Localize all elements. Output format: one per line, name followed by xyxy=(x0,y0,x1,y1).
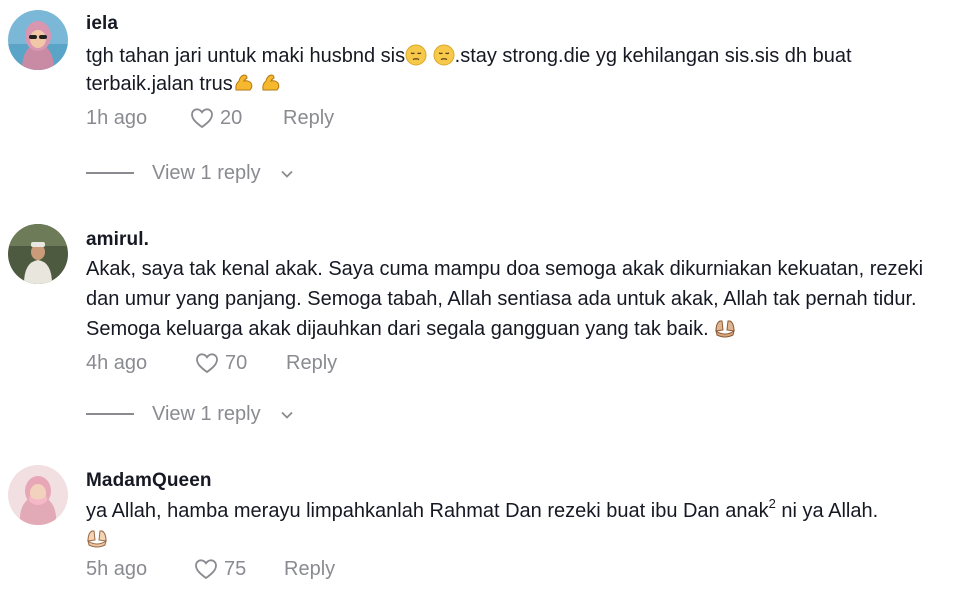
comment-meta: 4h ago 70 Reply xyxy=(86,349,958,377)
comment-text-part: ya Allah, hamba merayu limpahkanlah Rahm… xyxy=(86,500,769,522)
flexed-biceps-emoji xyxy=(233,72,255,94)
avatar[interactable] xyxy=(8,10,68,70)
comment-text: tgh tahan jari untuk maki husbnd sis .st… xyxy=(86,42,958,98)
view-replies-label: View 1 reply xyxy=(152,162,261,184)
comment-username[interactable]: MadamQueen xyxy=(86,469,958,493)
comment-username[interactable]: iela xyxy=(86,12,958,36)
heart-outline-icon[interactable] xyxy=(194,558,218,580)
divider xyxy=(86,172,134,174)
superscript: 2 xyxy=(768,496,776,511)
chevron-down-icon xyxy=(281,411,293,419)
flexed-biceps-emoji xyxy=(260,72,282,94)
comment-meta: 5h ago 75 Reply xyxy=(86,555,958,583)
palms-up-together-emoji xyxy=(86,527,108,549)
like-count: 75 xyxy=(224,558,247,580)
like-count: 70 xyxy=(225,352,248,374)
reply-button[interactable]: Reply xyxy=(286,349,337,377)
reply-button[interactable]: Reply xyxy=(284,555,335,583)
avatar[interactable] xyxy=(8,465,68,525)
comment-text: ya Allah, hamba merayu limpahkanlah Rahm… xyxy=(86,497,958,553)
like-count: 20 xyxy=(220,107,243,129)
chevron-down-icon xyxy=(281,170,293,178)
comment-text-part: tgh tahan jari untuk maki husbnd sis xyxy=(86,45,406,67)
comment-time: 5h ago xyxy=(86,558,148,580)
divider xyxy=(86,413,134,415)
palms-up-together-emoji xyxy=(714,317,736,339)
avatar[interactable] xyxy=(8,224,68,284)
heart-outline-icon[interactable] xyxy=(190,107,214,129)
comment-time: 4h ago xyxy=(86,352,148,374)
comment-text-part: ni ya Allah. xyxy=(775,500,879,522)
reply-button[interactable]: Reply xyxy=(283,104,334,132)
view-replies-label: View 1 reply xyxy=(152,403,261,425)
comment-text: Akak, saya tak kenal akak. Saya cuma mam… xyxy=(86,254,958,344)
pensive-face-emoji xyxy=(405,44,427,66)
comment-time: 1h ago xyxy=(86,107,148,129)
comment-username[interactable]: amirul. xyxy=(86,228,958,252)
pensive-face-emoji xyxy=(433,44,455,66)
comment-meta: 1h ago 20 Reply xyxy=(86,104,958,132)
heart-outline-icon[interactable] xyxy=(195,352,219,374)
comment-text-part: Akak, saya tak kenal akak. Saya cuma mam… xyxy=(86,258,924,340)
